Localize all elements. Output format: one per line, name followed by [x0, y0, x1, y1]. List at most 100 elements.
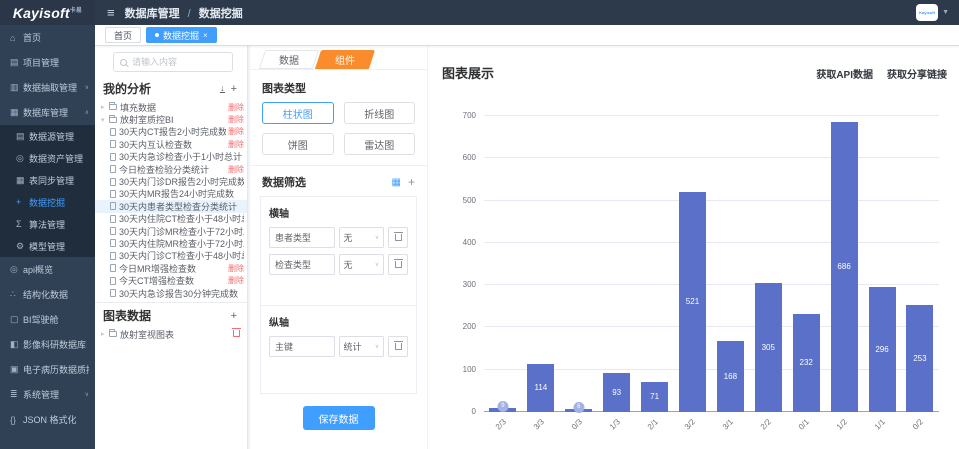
tree-item[interactable]: 30天内急诊检查小于1小时总计 — [95, 151, 247, 163]
sidebar-item-json[interactable]: {}JSON 格式化 — [0, 407, 95, 432]
project-icon: ▤ — [10, 57, 23, 68]
sidebar-item-system[interactable]: ≣系统管理∨ — [0, 382, 95, 407]
delete-row-button[interactable] — [388, 254, 408, 275]
tree-item[interactable]: 30天内急诊报告30分钟完成数 — [95, 287, 247, 299]
filter-grid-icon[interactable]: ▦ — [392, 177, 401, 188]
bar-value-label: 168 — [724, 372, 737, 381]
tree-item[interactable]: 30天内MR报告24小时完成数 — [95, 188, 247, 200]
chart-type-button[interactable]: 雷达图 — [344, 133, 416, 155]
delete-row-button[interactable] — [388, 336, 408, 357]
add-chart-data-icon[interactable]: + — [231, 310, 237, 322]
tree-item-label: 30天内门诊CT检查小于48小时总计 — [119, 250, 244, 262]
axis-field-input[interactable]: 主键 — [269, 336, 335, 357]
tree-item[interactable]: 今天CT增强检查数删除 — [95, 274, 247, 286]
trash-icon — [395, 261, 402, 268]
axis-row: 患者类型无∨ — [269, 227, 408, 248]
document-icon — [110, 252, 116, 260]
sidebar: ⌂首页▤项目管理▥数据抽取管理∨▦数据库管理∧▤数据源管理◎数据资产管理▦表同步… — [0, 25, 95, 449]
axis-field-input[interactable]: 检查类型 — [269, 254, 335, 275]
tree-item[interactable]: 30天内门诊CT检查小于48小时总计 — [95, 250, 247, 262]
delete-link[interactable]: 删除 — [226, 102, 244, 113]
document-icon — [110, 190, 116, 198]
download-icon[interactable]: ↓ — [220, 84, 225, 93]
delete-link[interactable]: 删除 — [226, 275, 244, 286]
close-icon[interactable]: × — [203, 31, 208, 40]
tree-item[interactable]: 今日MR增强检查数删除 — [95, 262, 247, 274]
analysis-tree-panel: 我的分析 ↓ + ▸填充数据删除▾放射室质控BI删除30天内CT报告2小时完成数… — [95, 46, 248, 449]
caret-down-icon[interactable]: ▾ — [101, 116, 109, 124]
chart-bar: 253 — [906, 305, 933, 412]
config-tab-component[interactable]: 组件 — [315, 50, 375, 69]
tree-item[interactable]: 30天内CT报告2小时完成数删除 — [95, 126, 247, 138]
sidebar-item-mining[interactable]: +数据挖掘 — [0, 191, 95, 213]
delete-link[interactable]: 删除 — [226, 126, 244, 137]
model-icon: ⚙ — [16, 241, 29, 252]
bar-value-label: 232 — [800, 358, 813, 367]
add-filter-icon[interactable]: + — [408, 175, 415, 189]
tree-item-label: 30天内门诊DR报告2小时完成数 — [119, 175, 244, 187]
tree-item[interactable]: 今日检查检验分类统计删除 — [95, 163, 247, 175]
page-tab-mining[interactable]: 数据挖掘 × — [146, 27, 217, 43]
chart-type-button[interactable]: 折线图 — [344, 102, 416, 124]
sidebar-item-structured[interactable]: ∴结构化数据 — [0, 282, 95, 307]
config-tab-data[interactable]: 数据 — [259, 50, 319, 69]
sidebar-item-emr[interactable]: ▣电子病历数据质控 — [0, 357, 95, 382]
get-share-link[interactable]: 获取分享链接 — [887, 66, 947, 81]
chevron-down-icon[interactable]: ▼ — [942, 9, 949, 16]
tree-item-label: 30天内患者类型检查分类统计 — [119, 200, 237, 212]
trash-icon[interactable] — [233, 329, 240, 339]
sidebar-item-database[interactable]: ▦数据库管理∧ — [0, 100, 95, 125]
tree-item[interactable]: 30天内门诊DR报告2小时完成数 — [95, 175, 247, 187]
sidebar-item-table-sync[interactable]: ▦表同步管理 — [0, 169, 95, 191]
chart-type-button[interactable]: 柱状图 — [262, 102, 334, 124]
page-tab-home[interactable]: 首页 — [105, 27, 141, 43]
sidebar-item-label: 数据挖掘 — [29, 196, 65, 209]
sidebar-item-datasource[interactable]: ▤数据源管理 — [0, 125, 95, 147]
chevron-down-icon: ∨ — [85, 84, 89, 91]
add-analysis-icon[interactable]: + — [231, 83, 237, 95]
tree-item[interactable]: ▸放射室视图表 — [95, 328, 247, 340]
search-input[interactable] — [132, 57, 226, 67]
axis-agg-select[interactable]: 无∨ — [339, 254, 385, 275]
sidebar-item-algorithm[interactable]: Σ算法管理 — [0, 213, 95, 235]
hamburger-icon[interactable]: ≡ — [107, 5, 115, 20]
sidebar-item-project[interactable]: ▤项目管理 — [0, 50, 95, 75]
breadcrumb-item-database[interactable]: 数据库管理 — [125, 8, 180, 20]
tree-item[interactable]: 30天内患者类型检查分类统计 — [95, 200, 247, 212]
sidebar-item-api[interactable]: ◎api概览 — [0, 257, 95, 282]
bar-slot: 9 — [488, 116, 518, 412]
document-icon — [110, 140, 116, 148]
bar-value-label: 253 — [913, 354, 926, 363]
caret-right-icon[interactable]: ▸ — [101, 330, 109, 338]
sidebar-item-model[interactable]: ⚙模型管理 — [0, 235, 95, 257]
axis-agg-select[interactable]: 统计∨ — [339, 336, 385, 357]
delete-link[interactable]: 删除 — [226, 164, 244, 175]
tree-search — [113, 52, 233, 72]
tree-item[interactable]: 30天内住院MR检查小于72小时总计 — [95, 237, 247, 249]
caret-right-icon[interactable]: ▸ — [101, 103, 109, 111]
avatar[interactable]: Kayisoft — [916, 4, 938, 21]
tree-item[interactable]: 30天内门诊MR检查小于72小时总计 — [95, 225, 247, 237]
tree-item[interactable]: 30天内住院CT检查小于48小时总计 — [95, 213, 247, 225]
page-tab-bar: 首页 数据挖掘 × — [95, 25, 959, 46]
sidebar-item-extract[interactable]: ▥数据抽取管理∨ — [0, 75, 95, 100]
get-api-data-link[interactable]: 获取API数据 — [816, 66, 873, 81]
delete-link[interactable]: 删除 — [226, 114, 244, 125]
page-tab-label: 数据挖掘 — [163, 29, 199, 42]
sidebar-item-asset[interactable]: ◎数据资产管理 — [0, 147, 95, 169]
tree-item[interactable]: ▸填充数据删除 — [95, 101, 247, 113]
sidebar-item-imaging[interactable]: ◧影像科研数据库 — [0, 332, 95, 357]
delete-link[interactable]: 删除 — [226, 139, 244, 150]
delete-row-button[interactable] — [388, 227, 408, 248]
delete-link[interactable]: 删除 — [226, 263, 244, 274]
tree-item[interactable]: ▾放射室质控BI删除 — [95, 113, 247, 125]
axis-field-input[interactable]: 患者类型 — [269, 227, 335, 248]
chart-bar: 168 — [717, 341, 744, 412]
save-data-button[interactable]: 保存数据 — [303, 406, 375, 430]
tree-item[interactable]: 30天内互认检查数删除 — [95, 138, 247, 150]
axis-row: 主键统计∨ — [269, 336, 408, 357]
axis-agg-select[interactable]: 无∨ — [339, 227, 385, 248]
chart-type-button[interactable]: 饼图 — [262, 133, 334, 155]
sidebar-item-bi[interactable]: ▢BI驾驶舱 — [0, 307, 95, 332]
sidebar-item-home[interactable]: ⌂首页 — [0, 25, 95, 50]
